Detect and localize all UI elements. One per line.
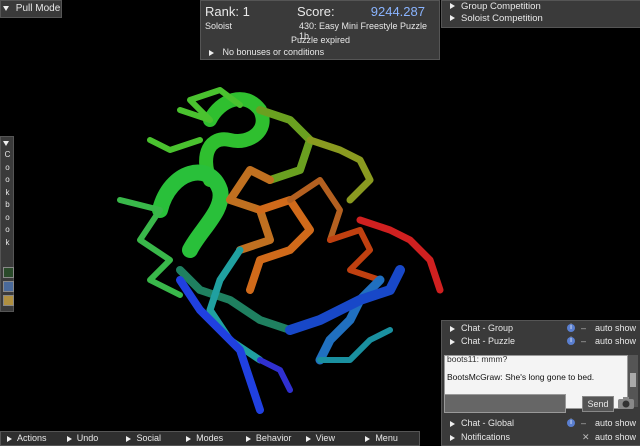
minus-icon[interactable]: – [581, 337, 586, 346]
menu-label: Actions [17, 433, 47, 443]
soloist-competition-toggle[interactable]: Soloist Competition [442, 13, 640, 25]
menu-view[interactable]: View [300, 432, 360, 445]
menu-label: Social [136, 433, 161, 443]
send-button[interactable]: Send [582, 396, 614, 412]
chat-message: BootsMcGraw: She's long gone to bed. [445, 362, 627, 382]
rank-label: Rank: 1 [205, 4, 250, 19]
menu-menu[interactable]: Menu [359, 432, 419, 445]
camera-icon[interactable] [617, 396, 635, 410]
cookbook-letter: o [5, 225, 10, 234]
menu-label: Behavior [255, 433, 292, 443]
puzzle-status: Puzzle expired [291, 35, 351, 45]
auto-show-label: auto show [595, 323, 637, 333]
cookbook-label: C o o k b o o k [3, 149, 12, 249]
menu-label: Modes [196, 433, 224, 443]
chevron-down-icon [3, 5, 9, 11]
menu-actions[interactable]: Actions [1, 432, 61, 445]
chevron-right-icon [365, 435, 371, 442]
chevron-right-icon [186, 435, 192, 442]
chevron-right-icon [450, 434, 455, 441]
chevron-right-icon [450, 325, 455, 332]
cookbook-letter: b [5, 200, 10, 209]
chat-input[interactable] [444, 394, 566, 413]
chevron-right-icon [245, 435, 251, 442]
cookbook-letter: o [5, 162, 10, 172]
notifications-toggle[interactable]: Notifications ✕ auto show [442, 431, 640, 444]
bonuses-label: No bonuses or conditions [222, 47, 325, 57]
soloist-competition-label: Soloist Competition [461, 13, 543, 24]
scroll-thumb[interactable] [630, 373, 636, 387]
menu-label: Menu [375, 433, 398, 443]
chat-panel: Chat - Group i – auto show Chat - Puzzle… [441, 320, 640, 446]
menu-label: Undo [76, 433, 99, 443]
minus-icon[interactable]: – [581, 419, 586, 428]
chat-global-label: Chat - Global [461, 418, 515, 428]
menu-behavior[interactable]: Behavior [240, 432, 300, 445]
cookbook-letter: k [5, 187, 10, 197]
group-competition-label: Group Competition [461, 1, 541, 12]
chevron-right-icon [450, 420, 455, 427]
chevron-down-icon [3, 141, 9, 146]
chat-group-label: Chat - Group [461, 323, 514, 333]
minus-icon[interactable]: – [581, 324, 586, 333]
notes-icon[interactable] [3, 295, 14, 306]
chevron-right-icon [450, 338, 455, 345]
chat-global-toggle[interactable]: Chat - Global i – auto show [442, 417, 640, 430]
score-panel: Rank: 1 Score: 9244.287 Soloist 430: Eas… [200, 0, 440, 60]
score-label: Score: [297, 4, 335, 19]
auto-show-label: auto show [595, 418, 637, 428]
pull-mode-label: Pull Mode [15, 3, 61, 14]
chevron-right-icon [305, 435, 311, 442]
bonuses-toggle[interactable]: No bonuses or conditions [209, 47, 324, 57]
cookbook-letter: k [5, 237, 10, 247]
info-icon[interactable]: i [567, 324, 575, 332]
chat-group-toggle[interactable]: Chat - Group i – auto show [442, 322, 640, 335]
competitions-panel: Group Competition Soloist Competition [441, 0, 640, 28]
close-icon[interactable]: ✕ [582, 433, 590, 442]
menu-undo[interactable]: Undo [61, 432, 121, 445]
recipe-icon[interactable] [3, 267, 14, 278]
chat-puzzle-label: Chat - Puzzle [461, 336, 516, 346]
info-icon[interactable]: i [567, 419, 575, 427]
protein-viewport[interactable] [60, 60, 460, 430]
cookbook-letter: o [5, 175, 10, 184]
menu-modes[interactable]: Modes [180, 432, 240, 445]
menu-label: View [315, 433, 335, 443]
script-icon[interactable] [3, 281, 14, 292]
menu-social[interactable]: Social [120, 432, 180, 445]
cookbook-letter: C [4, 150, 11, 159]
pull-mode-button[interactable]: Pull Mode [0, 0, 62, 18]
chat-username: BootsMcGraw [447, 372, 501, 382]
auto-show-label: auto show [595, 336, 637, 346]
notifications-label: Notifications [461, 432, 511, 442]
cookbook-letter: o [5, 212, 10, 222]
chevron-right-icon [126, 435, 132, 442]
chevron-right-icon [450, 15, 455, 22]
mode-label: Soloist [205, 21, 233, 31]
chevron-right-icon [450, 3, 455, 10]
chat-puzzle-toggle[interactable]: Chat - Puzzle i – auto show [442, 335, 640, 348]
chevron-right-icon [7, 435, 12, 442]
group-competition-toggle[interactable]: Group Competition [442, 1, 640, 13]
auto-show-label: auto show [595, 432, 637, 442]
cookbook-panel[interactable]: C o o k b o o k [0, 136, 14, 312]
chevron-right-icon [66, 435, 72, 442]
chevron-right-icon [209, 49, 214, 56]
chat-text: : She's long gone to bed. [500, 372, 595, 382]
score-value: 9244.287 [370, 4, 425, 19]
info-icon[interactable]: i [567, 337, 575, 345]
